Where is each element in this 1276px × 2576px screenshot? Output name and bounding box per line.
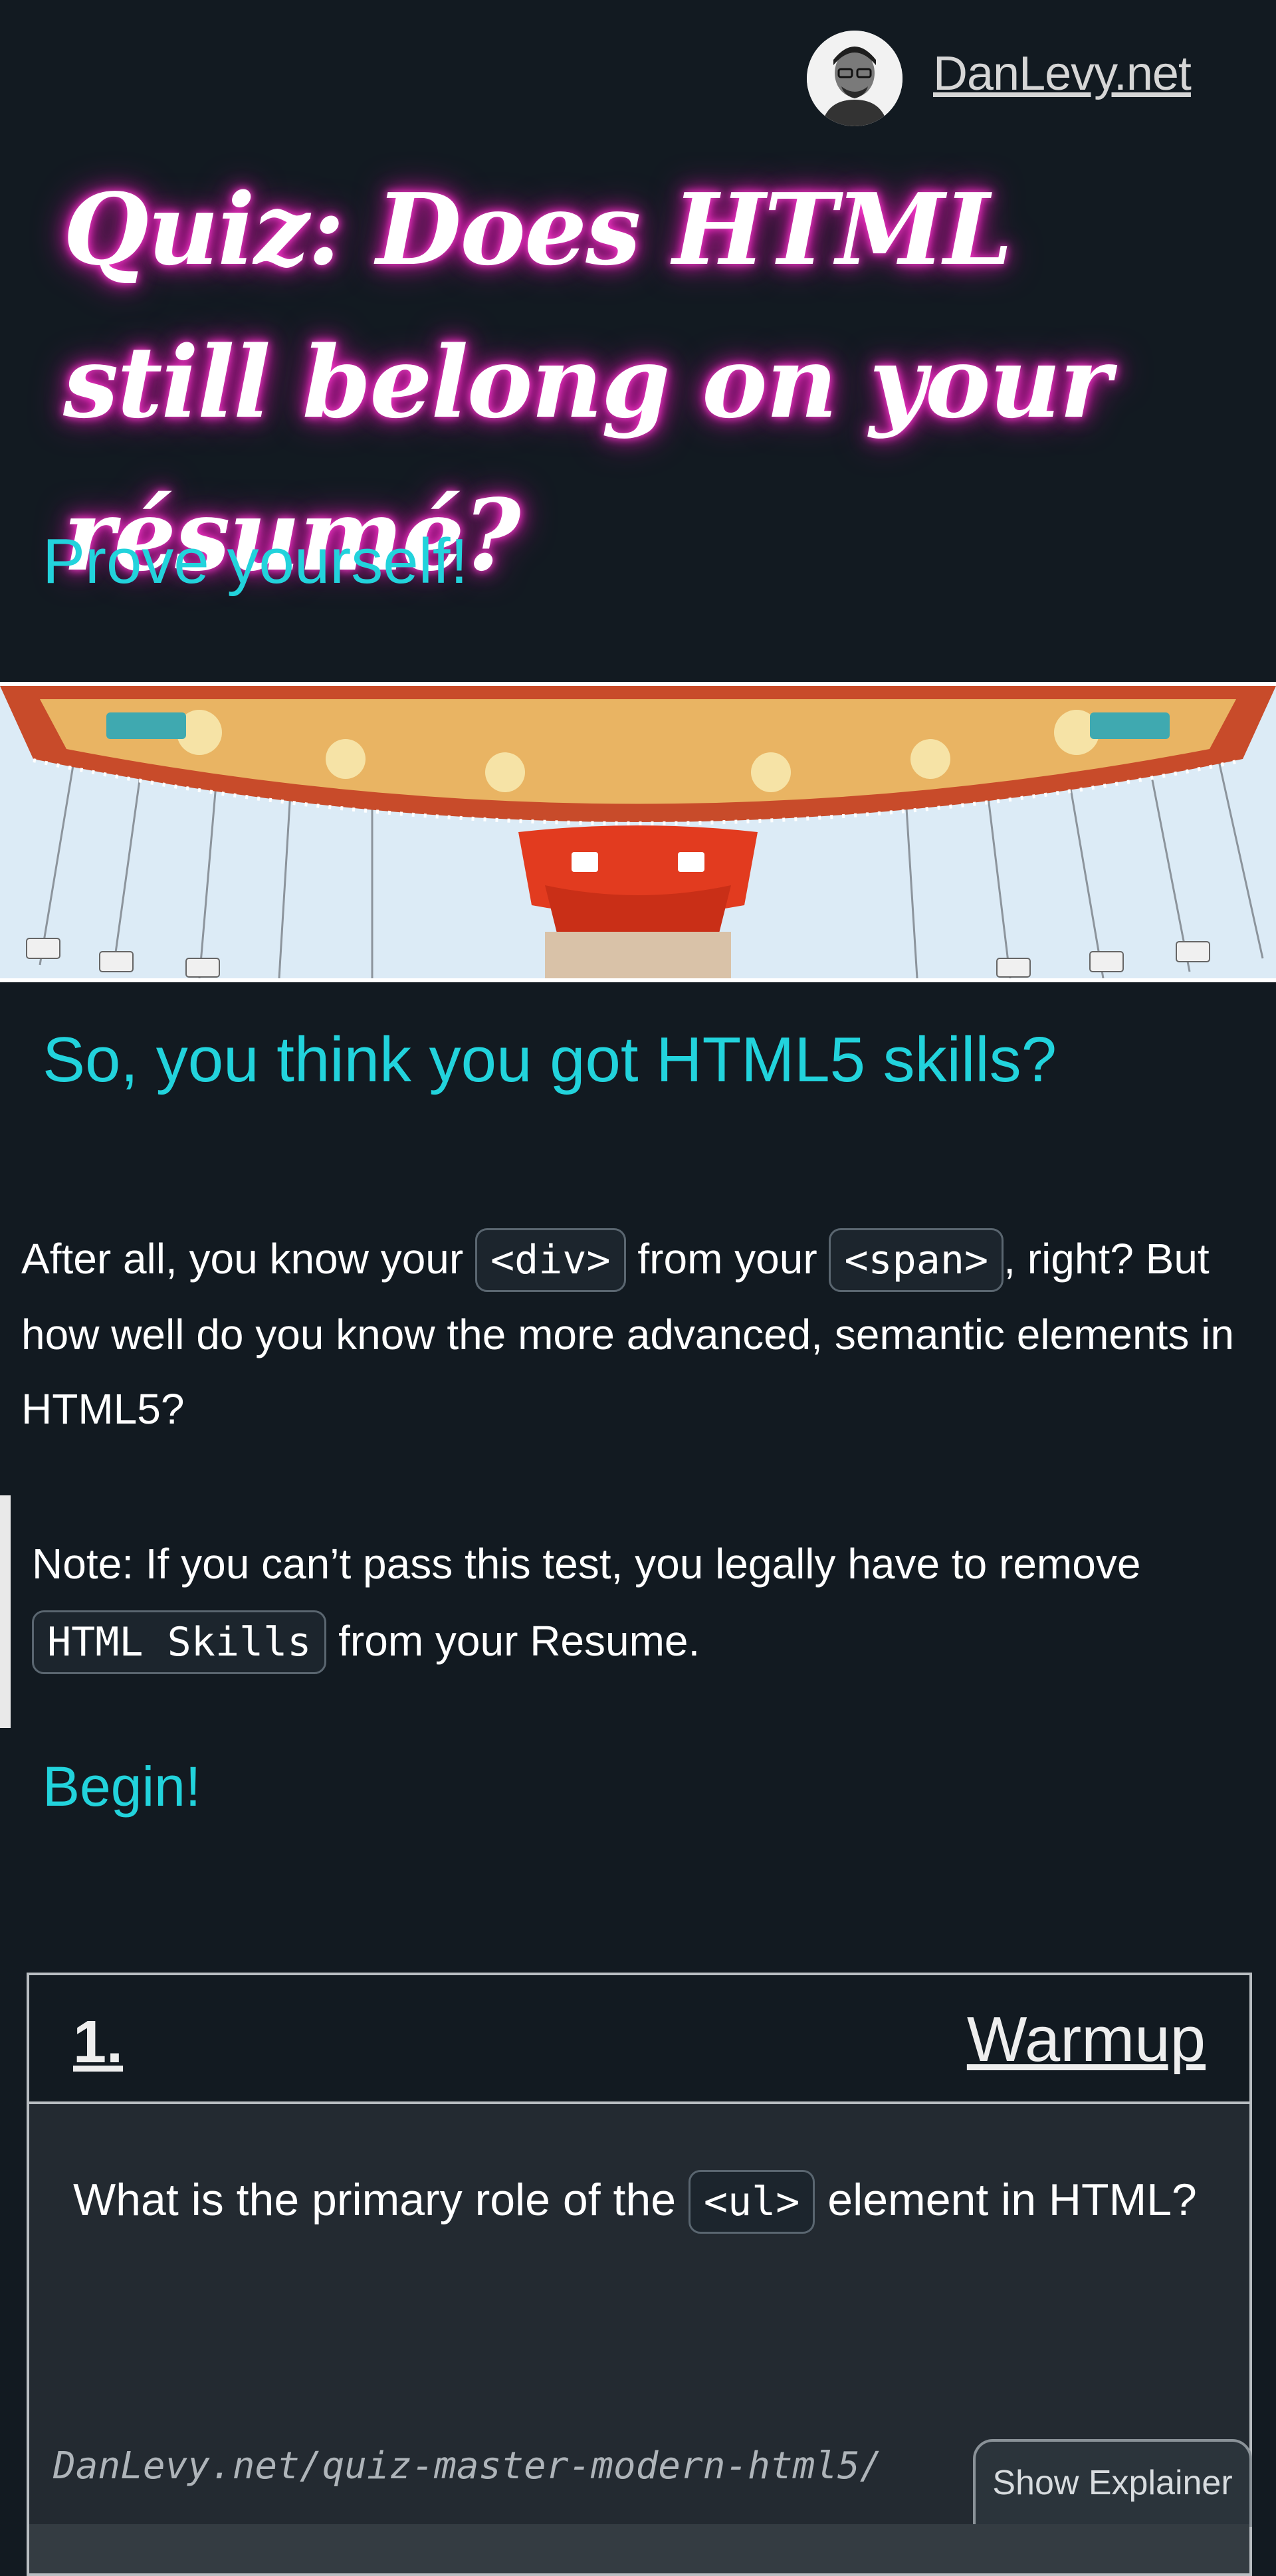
code-ul: <ul>	[688, 2170, 815, 2234]
carousel-illustration	[0, 686, 1276, 978]
avatar-portrait	[807, 31, 903, 126]
question-category-link[interactable]: Warmup	[967, 2003, 1206, 2076]
author-avatar-icon[interactable]	[807, 31, 903, 126]
intro-text-1: After all, you know your	[21, 1235, 475, 1283]
banner-image	[0, 682, 1276, 982]
question-text: What is the primary role of the <ul> ele…	[73, 2160, 1203, 2242]
code-div: <div>	[475, 1228, 626, 1292]
note-text-1: Note: If you can’t pass this test, you l…	[32, 1540, 1141, 1588]
quiz-question-card: 1. Warmup What is the primary role of th…	[27, 1973, 1252, 2576]
quiz-url: DanLevy.net/quiz-master-modern-html5/	[53, 2444, 883, 2488]
code-span: <span>	[829, 1228, 1004, 1292]
quiz-card-header: 1. Warmup	[29, 1975, 1249, 2104]
begin-heading: Begin!	[43, 1755, 201, 1818]
question-text-2: element in HTML?	[815, 2175, 1197, 2225]
intro-text-2: from your	[625, 1235, 829, 1283]
site-home-link[interactable]: DanLevy.net	[933, 47, 1192, 101]
code-html-skills: HTML Skills	[32, 1610, 327, 1674]
intro-paragraph: After all, you know your <div> from your…	[21, 1222, 1257, 1446]
site-header: DanLevy.net	[0, 0, 1276, 133]
intro-heading: So, you think you got HTML5 skills?	[43, 1024, 1057, 1095]
page: DanLevy.net Quiz: Does HTML still belong…	[0, 0, 1276, 2576]
card-answer-area	[29, 2524, 1249, 2573]
note-text: Note: If you can’t pass this test, you l…	[32, 1525, 1248, 1681]
question-number-link[interactable]: 1.	[73, 2008, 123, 2077]
note-blockquote: Note: If you can’t pass this test, you l…	[0, 1495, 1260, 1728]
note-text-2: from your Resume.	[326, 1617, 700, 1665]
show-explainer-button[interactable]: Show Explainer	[973, 2439, 1252, 2527]
page-subtitle: Prove yourself!	[43, 526, 469, 597]
question-text-1: What is the primary role of the	[73, 2175, 689, 2225]
